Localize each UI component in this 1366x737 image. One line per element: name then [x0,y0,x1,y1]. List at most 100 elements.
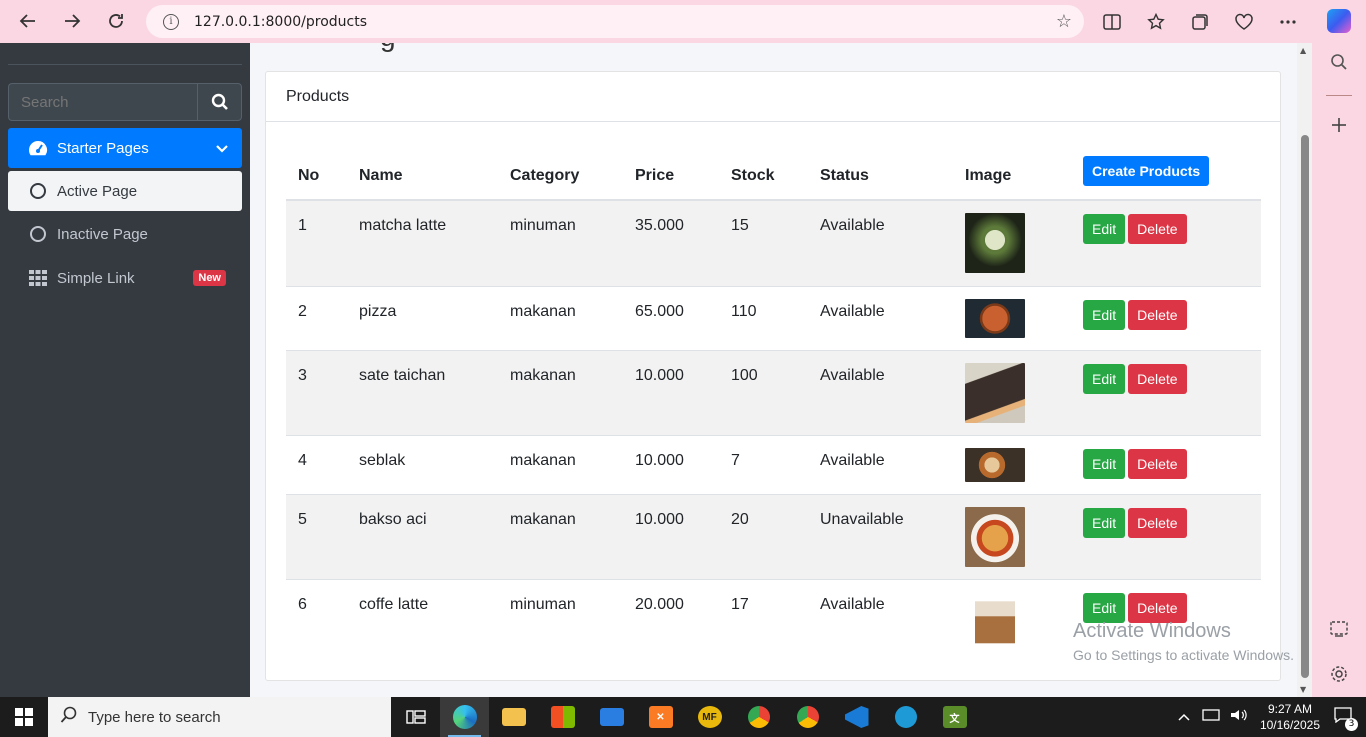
products-card: Products No Name Category Price Stock St… [265,71,1281,681]
favorites-icon[interactable] [1144,12,1168,31]
back-icon[interactable] [11,4,45,38]
cell-image [953,349,1071,435]
watermark-line1: Activate Windows [1073,620,1231,642]
scroll-up-arrow-icon[interactable]: ▲ [1300,46,1306,55]
refresh-icon[interactable] [99,4,133,38]
chevron-down-icon [216,141,228,158]
copilot-icon[interactable] [1327,9,1351,33]
page-scrollbar[interactable]: ▲ ▼ [1297,43,1312,697]
cell-name: sate taichan [347,349,498,435]
sidebar-item-simple-link[interactable]: Simple Link New [8,258,242,298]
dictionary-app-icon[interactable]: 文 [930,697,979,737]
create-products-button[interactable]: Create Products [1083,156,1210,186]
task-view-icon[interactable] [391,697,440,737]
scroll-down-arrow-icon[interactable]: ▼ [1300,685,1306,694]
chrome-icon[interactable] [734,697,783,737]
cell-price: 10.000 [623,493,719,579]
taskbar-clock[interactable]: 9:27 AM 10/16/2025 [1260,701,1320,733]
column-header-price: Price [623,148,719,201]
search-icon[interactable] [1329,53,1349,73]
sidebar-item-active-page[interactable]: Active Page [8,171,242,211]
xampp-icon[interactable]: ✕ [636,697,685,737]
clock-date: 10/16/2025 [1259,718,1320,732]
column-header-name: Name [347,148,498,201]
edge-browser-icon[interactable] [440,697,489,737]
delete-button[interactable]: Delete [1128,507,1187,538]
sidebar-search-button[interactable] [197,83,242,121]
app-icon[interactable] [881,697,930,737]
edit-button[interactable]: Edit [1083,214,1126,244]
new-badge: New [193,270,226,286]
cell-actions: Edit Delete [1071,349,1261,435]
vscode-icon[interactable] [832,697,881,737]
volume-icon[interactable] [1230,708,1248,726]
delete-button[interactable]: Delete [1128,299,1187,330]
delete-button[interactable]: Delete [1128,214,1187,244]
address-bar[interactable]: i 127.0.0.1:8000/products ☆ [146,5,1084,38]
more-menu-icon[interactable] [1276,19,1300,25]
split-screen-icon[interactable] [1100,13,1124,30]
cell-status: Available [808,199,953,286]
windows-start-icon[interactable] [0,697,48,737]
search-icon [211,93,228,110]
sidebar-item-starter-pages[interactable]: Starter Pages [8,128,242,168]
file-explorer-icon[interactable] [489,697,538,737]
table-row: 5 bakso aci makanan 10.000 20 Unavailabl… [286,493,1261,579]
cell-image [953,578,1071,664]
collections-icon[interactable] [1188,13,1212,31]
edit-button[interactable]: Edit [1083,592,1126,623]
cell-category: minuman [498,199,623,286]
delete-button[interactable]: Delete [1128,448,1187,479]
sidebar-divider [8,64,242,65]
cell-status: Available [808,349,953,435]
taskbar-search-placeholder: Type here to search [88,708,221,726]
edit-button[interactable]: Edit [1083,448,1126,479]
settings-gear-icon[interactable] [1329,665,1349,685]
product-image-bakso-aci [965,506,1025,567]
mf-app-icon[interactable]: MF [685,697,734,737]
column-header-category: Category [498,148,623,201]
cell-category: makanan [498,285,623,350]
sidebar: Starter Pages Active Page Inactive Page … [0,43,250,697]
chrome-profile-icon[interactable] [783,697,832,737]
delete-button[interactable]: Delete [1128,592,1187,623]
column-header-actions: Create Products [1071,148,1261,201]
table-row: 2 pizza makanan 65.000 110 Available Edi… [286,285,1261,350]
cell-image [953,434,1071,494]
edit-button[interactable]: Edit [1083,507,1126,538]
network-icon[interactable] [1202,708,1220,726]
sidebar-item-label: Active Page [57,182,138,200]
product-image-seblak [965,447,1025,482]
windows-taskbar: Type here to search ✕ MF 文 9:27 AM 10/16… [0,697,1366,737]
delete-button[interactable]: Delete [1128,363,1187,394]
cell-stock: 20 [719,493,808,579]
notification-center-icon[interactable]: 3 [1334,707,1358,731]
cell-price: 35.000 [623,199,719,286]
table-row: 4 seblak makanan 10.000 7 Available Edit… [286,434,1261,494]
show-hidden-icons-chevron-icon[interactable] [1178,709,1190,725]
card-title: Products [286,87,350,105]
browser-essentials-icon[interactable] [1232,13,1256,31]
edit-button[interactable]: Edit [1083,363,1126,394]
cell-actions: Edit Delete [1071,434,1261,494]
search-icon [60,706,78,728]
card-header: Products [266,72,1280,122]
taskbar-search-input[interactable]: Type here to search [48,697,391,737]
product-image-coffe-latte [975,591,1015,652]
microsoft-store-icon[interactable] [538,697,587,737]
cell-no: 2 [286,285,347,350]
cell-stock: 15 [719,199,808,286]
add-icon[interactable] [1329,117,1349,137]
cell-name: matcha latte [347,199,498,286]
mail-icon[interactable] [587,697,636,737]
site-info-icon[interactable]: i [163,13,179,30]
cell-category: makanan [498,434,623,494]
forward-icon[interactable] [55,4,89,38]
screenshot-icon[interactable] [1329,621,1349,641]
favorite-star-icon[interactable]: ☆ [1056,11,1072,32]
scrollbar-thumb[interactable] [1301,135,1309,678]
cell-actions: Edit Delete [1071,199,1261,286]
sidebar-search-input[interactable] [8,83,197,121]
sidebar-item-inactive-page[interactable]: Inactive Page [8,214,242,254]
edit-button[interactable]: Edit [1083,299,1126,330]
